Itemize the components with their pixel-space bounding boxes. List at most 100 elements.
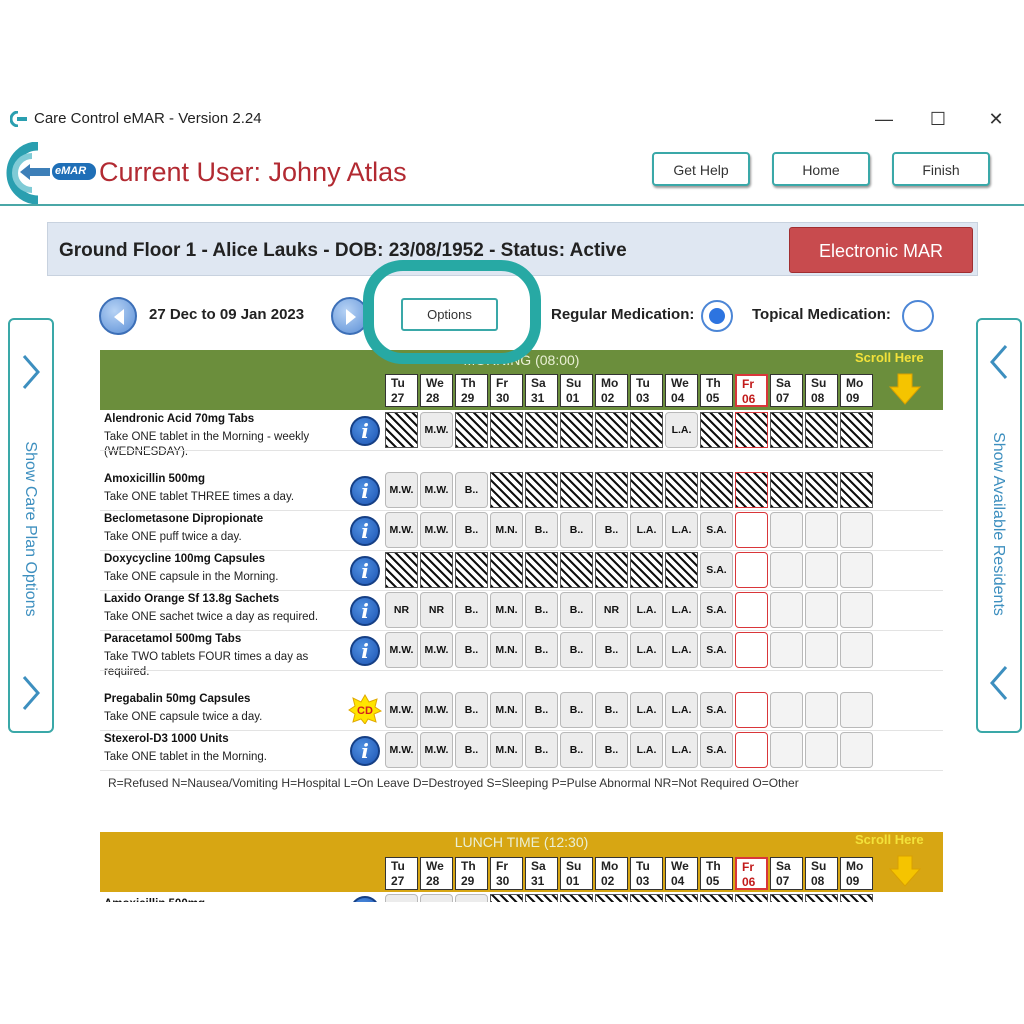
regular-medication-radio[interactable] xyxy=(701,300,733,332)
administration-cell[interactable] xyxy=(560,552,593,588)
administration-cell[interactable] xyxy=(630,552,663,588)
administration-cell[interactable] xyxy=(700,412,733,448)
administration-cell[interactable]: M.N. xyxy=(490,632,523,668)
administration-cell[interactable]: L.A. xyxy=(630,692,663,728)
administration-cell[interactable] xyxy=(840,512,873,548)
administration-cell[interactable] xyxy=(595,472,628,508)
administration-cell[interactable]: B.. xyxy=(455,512,488,548)
lunch-scroll-label[interactable]: Scroll Here xyxy=(855,832,924,847)
administration-cell[interactable]: L.A. xyxy=(630,512,663,548)
administration-cell[interactable] xyxy=(840,412,873,448)
administration-cell[interactable] xyxy=(735,592,768,628)
administration-cell[interactable] xyxy=(490,472,523,508)
administration-cell[interactable]: S.A. xyxy=(700,732,733,768)
info-icon[interactable]: i xyxy=(350,416,380,446)
administration-cell[interactable] xyxy=(525,412,558,448)
administration-cell[interactable]: B.. xyxy=(455,732,488,768)
administration-cell[interactable] xyxy=(525,552,558,588)
administration-cell[interactable]: S.A. xyxy=(700,632,733,668)
maximize-button[interactable]: ☐ xyxy=(918,106,958,132)
administration-cell[interactable]: B.. xyxy=(560,692,593,728)
administration-cell[interactable]: B.. xyxy=(455,472,488,508)
administration-cell[interactable]: M.W. xyxy=(420,732,453,768)
available-residents-panel[interactable]: Show Available Residents xyxy=(976,318,1022,733)
administration-cell[interactable]: M.W. xyxy=(385,732,418,768)
administration-cell[interactable]: L.A. xyxy=(665,412,698,448)
get-help-button[interactable]: Get Help xyxy=(652,152,750,186)
administration-cell[interactable] xyxy=(455,412,488,448)
administration-cell[interactable] xyxy=(490,412,523,448)
administration-cell[interactable]: M.W. xyxy=(385,692,418,728)
administration-cell[interactable] xyxy=(770,732,803,768)
administration-cell[interactable] xyxy=(735,512,768,548)
administration-cell[interactable] xyxy=(700,472,733,508)
administration-cell[interactable]: L.A. xyxy=(665,692,698,728)
administration-cell[interactable] xyxy=(805,632,838,668)
administration-cell[interactable] xyxy=(840,692,873,728)
administration-cell[interactable]: M.N. xyxy=(490,692,523,728)
administration-cell[interactable]: S.A. xyxy=(700,552,733,588)
administration-cell[interactable] xyxy=(735,632,768,668)
administration-cell[interactable] xyxy=(840,552,873,588)
administration-cell[interactable]: B.. xyxy=(595,512,628,548)
administration-cell[interactable]: M.W. xyxy=(385,632,418,668)
administration-cell[interactable]: M.W. xyxy=(420,472,453,508)
administration-cell[interactable]: L.A. xyxy=(665,592,698,628)
administration-cell[interactable]: S.A. xyxy=(700,592,733,628)
care-plan-options-panel[interactable]: Show Care Plan Options xyxy=(8,318,54,733)
administration-cell[interactable] xyxy=(805,512,838,548)
administration-cell[interactable]: B.. xyxy=(455,692,488,728)
administration-cell[interactable]: S.A. xyxy=(700,512,733,548)
administration-cell[interactable]: L.A. xyxy=(630,592,663,628)
administration-cell[interactable] xyxy=(770,512,803,548)
administration-cell[interactable]: M.W. xyxy=(420,412,453,448)
administration-cell[interactable] xyxy=(385,552,418,588)
administration-cell[interactable] xyxy=(665,472,698,508)
administration-cell[interactable] xyxy=(770,592,803,628)
administration-cell[interactable]: B.. xyxy=(525,512,558,548)
administration-cell[interactable] xyxy=(525,472,558,508)
administration-cell[interactable] xyxy=(560,472,593,508)
administration-cell[interactable] xyxy=(420,552,453,588)
administration-cell[interactable] xyxy=(490,552,523,588)
topical-medication-radio[interactable] xyxy=(902,300,934,332)
administration-cell[interactable] xyxy=(665,552,698,588)
administration-cell[interactable] xyxy=(805,692,838,728)
administration-cell[interactable] xyxy=(630,412,663,448)
administration-cell[interactable]: M.W. xyxy=(420,512,453,548)
administration-cell[interactable] xyxy=(770,692,803,728)
administration-cell[interactable]: L.A. xyxy=(665,732,698,768)
administration-cell[interactable] xyxy=(770,632,803,668)
finish-button[interactable]: Finish xyxy=(892,152,990,186)
administration-cell[interactable] xyxy=(805,412,838,448)
administration-cell[interactable] xyxy=(735,732,768,768)
administration-cell[interactable] xyxy=(840,732,873,768)
administration-cell[interactable]: NR xyxy=(385,592,418,628)
minimize-button[interactable]: — xyxy=(864,106,904,132)
administration-cell[interactable]: B.. xyxy=(525,692,558,728)
administration-cell[interactable] xyxy=(560,412,593,448)
administration-cell[interactable]: L.A. xyxy=(665,512,698,548)
administration-cell[interactable]: B.. xyxy=(560,632,593,668)
administration-cell[interactable]: B.. xyxy=(525,632,558,668)
administration-cell[interactable] xyxy=(840,592,873,628)
administration-cell[interactable]: B.. xyxy=(595,692,628,728)
administration-cell[interactable]: NR xyxy=(420,592,453,628)
administration-cell[interactable]: M.N. xyxy=(490,512,523,548)
administration-cell[interactable] xyxy=(770,472,803,508)
electronic-mar-button[interactable]: Electronic MAR xyxy=(789,227,973,273)
administration-cell[interactable] xyxy=(770,552,803,588)
scroll-down-arrow-icon[interactable] xyxy=(888,854,922,888)
administration-cell[interactable]: B.. xyxy=(560,512,593,548)
administration-cell[interactable] xyxy=(735,692,768,728)
administration-cell[interactable]: M.N. xyxy=(490,592,523,628)
administration-cell[interactable]: M.W. xyxy=(420,632,453,668)
info-icon[interactable]: i xyxy=(350,476,380,506)
administration-cell[interactable]: M.W. xyxy=(420,692,453,728)
controlled-drug-icon[interactable]: CD xyxy=(348,694,382,724)
administration-cell[interactable] xyxy=(735,552,768,588)
info-icon[interactable]: i xyxy=(350,516,380,546)
administration-cell[interactable]: B.. xyxy=(560,592,593,628)
info-icon[interactable]: i xyxy=(350,636,380,666)
administration-cell[interactable] xyxy=(595,412,628,448)
